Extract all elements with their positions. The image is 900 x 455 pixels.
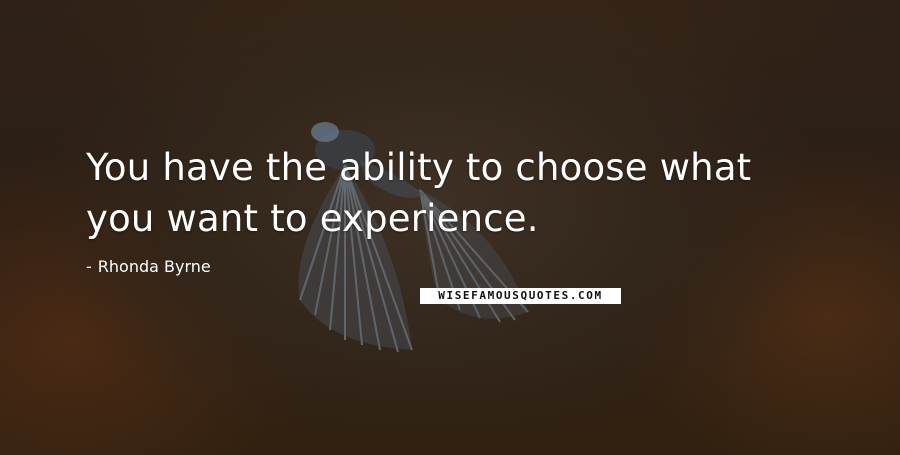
quote-text: You have the ability to choose what you … [86,142,846,244]
author-attribution: - Rhonda Byrne [86,255,211,279]
author-name: Rhonda Byrne [97,257,211,276]
author-dash: - [86,257,92,276]
quote-line-1: You have the ability to choose what [86,146,752,189]
quote-card: You have the ability to choose what you … [0,0,900,455]
quote-line-2: you want to experience. [86,197,539,240]
bird-head [311,122,339,142]
watermark-logo: WISEFAMOUSQUOTES.COM [420,288,621,304]
